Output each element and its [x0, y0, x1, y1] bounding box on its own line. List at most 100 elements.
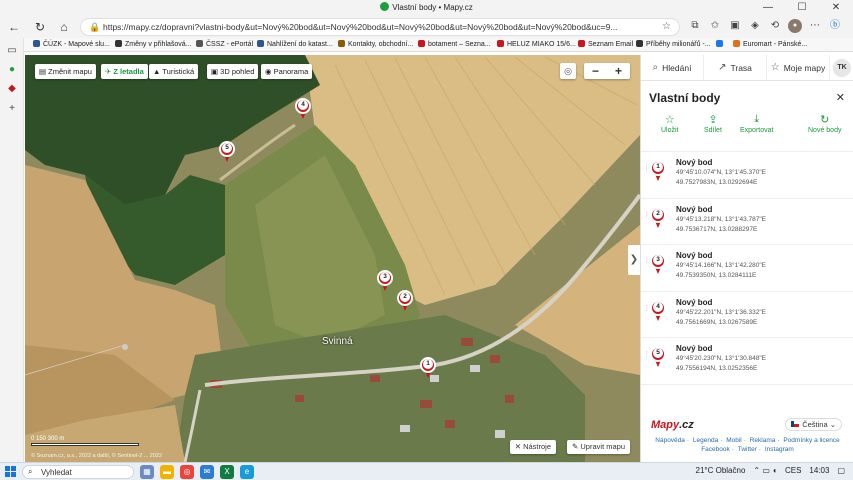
shield-icon[interactable]: ◈: [748, 19, 762, 33]
tab-search[interactable]: ⌕ Hledání: [641, 55, 704, 80]
bookmark-euromart[interactable]: Euromart - Pánské...: [733, 40, 807, 48]
map-pin-1[interactable]: 1: [420, 357, 436, 379]
map-pin-3[interactable]: 3: [377, 270, 393, 292]
collections-icon[interactable]: ▣: [728, 19, 742, 33]
notifications-icon[interactable]: ▢: [837, 466, 845, 475]
input-language[interactable]: CES: [785, 466, 801, 475]
home-icon[interactable]: ⌂: [56, 19, 72, 35]
map-pin-4[interactable]: 4: [295, 98, 311, 120]
copilot-icon[interactable]: ⓑ: [828, 19, 842, 33]
bookmark-facebook[interactable]: [716, 40, 726, 48]
file-explorer-icon[interactable]: ▬: [160, 465, 174, 479]
lock-icon: 🔒: [89, 22, 101, 32]
outlook-icon[interactable]: ✉: [200, 465, 214, 479]
tray-icons[interactable]: ⌃ ▭ ◖: [753, 466, 777, 475]
favorites-icon[interactable]: ✩: [708, 19, 722, 33]
bookmark-heluz[interactable]: HELUZ MIAKO 15/6...: [497, 40, 576, 48]
point-name: Nový bod: [676, 297, 713, 307]
task-view-icon[interactable]: ▦: [140, 465, 154, 479]
export-button[interactable]: ⤓ Exportovat: [740, 113, 773, 134]
link-instagram[interactable]: Instagram: [765, 446, 794, 453]
panorama-button[interactable]: ◉ Panorama: [261, 64, 313, 79]
link-legend[interactable]: Legenda: [693, 437, 718, 444]
tabs-icon[interactable]: ▭: [5, 44, 19, 58]
bookmark-cuzk[interactable]: ČÚZK - Mapové slu...: [33, 40, 110, 48]
link-terms[interactable]: Podmínky a licence: [783, 437, 839, 444]
tab-route[interactable]: ↗ Trasa: [704, 55, 767, 80]
taskbar-search[interactable]: ⌕ Vyhledat: [22, 465, 134, 479]
zoom-in-button[interactable]: +: [607, 63, 630, 79]
mapy-logo[interactable]: Mapy.cz: [651, 419, 694, 431]
window-title: Vlastní body • Mapy.cz: [392, 3, 473, 12]
chrome-icon[interactable]: ◎: [180, 465, 194, 479]
aerial-map[interactable]: ▤ Změnit mapu ✈ Z letadla ▲ Turistická ▣…: [25, 55, 640, 462]
point-name: Nový bod: [676, 158, 713, 167]
bookmark-botament[interactable]: botament – Sezna...: [418, 40, 491, 48]
link-ads[interactable]: Reklama: [750, 437, 776, 444]
bookmark-zmeny[interactable]: Změny v přihlašová...: [115, 40, 192, 48]
address-url: https://mapy.cz/dopravni?vlastni-body&ut…: [103, 22, 618, 32]
link-twitter[interactable]: Twitter: [738, 446, 757, 453]
list-item[interactable]: ⋮⋮ 4 Nový bod 49°45'22.201"N, 13°1'36.33…: [641, 292, 853, 338]
excel-icon[interactable]: X: [220, 465, 234, 479]
profile-avatar[interactable]: ●: [788, 19, 802, 33]
edit-map-button[interactable]: ✎ Upravit mapu: [567, 440, 630, 454]
eye-icon: ◉: [265, 67, 274, 76]
map-pin-5[interactable]: 5: [219, 141, 235, 163]
village-label: Svinná: [322, 336, 353, 347]
link-mobile[interactable]: Mobil: [726, 437, 742, 444]
link-help[interactable]: Nápověda: [655, 437, 685, 444]
marker-icon: 2: [650, 206, 666, 229]
list-item[interactable]: ⋮⋮ 3 Nový bod 49°45'14.166"N, 13°1'42.28…: [641, 245, 853, 292]
maximize-button[interactable]: ☐: [785, 0, 819, 16]
refresh-icon[interactable]: ↻: [32, 19, 48, 35]
tourist-layer-button[interactable]: ▲ Turistická: [149, 64, 199, 79]
bookmark-katastr[interactable]: Nahlížení do katast...: [257, 40, 333, 48]
marker-icon: 4: [650, 299, 666, 322]
link-facebook[interactable]: Facebook: [701, 446, 730, 453]
zoom-out-button[interactable]: −: [584, 63, 607, 79]
zoom-control: − +: [584, 63, 630, 79]
tab-my-maps[interactable]: ☆ Moje mapy: [767, 55, 830, 80]
map-copyright: © Seznam.cz, a.s., 2022 a další, © Senti…: [31, 453, 163, 459]
list-item[interactable]: ⋮⋮ 5 Nový bod 49°45'20.230"N, 13°1'30.84…: [641, 338, 853, 385]
language-select[interactable]: Čeština ⌄: [785, 418, 842, 431]
share-button[interactable]: ⇪ Sdílet: [704, 113, 722, 134]
back-icon[interactable]: ←: [6, 19, 22, 35]
add-tab-icon[interactable]: +: [5, 102, 19, 116]
weather-status[interactable]: 21°C Oblačno: [696, 466, 746, 475]
menu-dots-icon[interactable]: ⋯: [808, 19, 822, 33]
save-button[interactable]: ☆ Uložit: [661, 113, 679, 134]
panel-toggle-button[interactable]: ❯: [628, 245, 640, 275]
bookmark-seznam-email[interactable]: Seznam Email: [578, 40, 633, 48]
windows-start-icon[interactable]: [5, 466, 16, 477]
map-pin-2[interactable]: 2: [397, 290, 413, 312]
point-decimal: 49.7556194N, 13.0252356E: [676, 365, 758, 372]
list-item[interactable]: ⋮⋮ 2 Nový bod 49°45'13.218"N, 13°1'43.78…: [641, 199, 853, 245]
address-bar[interactable]: 🔒 https://mapy.cz/dopravni?vlastni-body&…: [80, 18, 680, 36]
bookmark-cssz[interactable]: ČSSZ - ePortál: [196, 40, 253, 48]
browser-sidebar: ▭ ● ◆ +: [0, 38, 24, 462]
locate-me-button[interactable]: ◎: [560, 63, 576, 79]
favorite-star-icon[interactable]: ☆: [662, 21, 671, 32]
point-dms: 49°45'10.074"N, 13°1'45.370"E: [676, 169, 767, 176]
extensions-icon[interactable]: ⧉: [688, 19, 702, 33]
bookmark-pribehy[interactable]: Příběhy milionářů -...: [636, 40, 711, 48]
seznam-icon[interactable]: ◆: [5, 82, 19, 96]
mapy-tab-icon[interactable]: ●: [5, 63, 19, 77]
minimize-button[interactable]: —: [751, 0, 785, 16]
view-3d-button[interactable]: ▣ 3D pohled: [207, 64, 259, 79]
new-points-button[interactable]: ↻ Nové body: [808, 113, 841, 134]
user-avatar[interactable]: TK: [830, 55, 853, 80]
close-window-button[interactable]: ✕: [819, 0, 853, 16]
mapy-favicon-icon: [380, 2, 390, 11]
close-panel-button[interactable]: ✕: [836, 91, 845, 104]
tools-button[interactable]: ✕ Nástroje: [509, 440, 556, 454]
aerial-layer-button[interactable]: ✈ Z letadla: [101, 64, 148, 79]
bookmark-kontakty[interactable]: Kontakty, obchodní...: [338, 40, 413, 48]
list-item[interactable]: ⋮⋮ 1 Nový bod 49°45'10.074"N, 13°1'45.37…: [641, 152, 853, 199]
edge-icon[interactable]: e: [240, 465, 254, 479]
history-icon[interactable]: ⟲: [768, 19, 782, 33]
clock[interactable]: 14:03: [809, 466, 829, 475]
change-map-button[interactable]: ▤ Změnit mapu: [35, 64, 96, 79]
